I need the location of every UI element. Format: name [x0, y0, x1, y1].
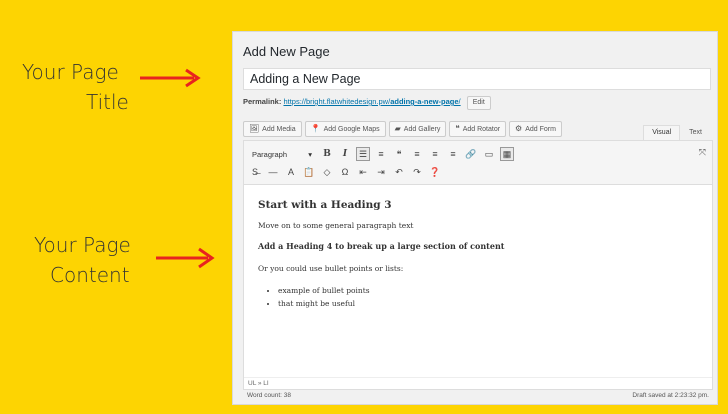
- indent-icon[interactable]: ⇥: [374, 165, 388, 179]
- align-right-icon[interactable]: ≡: [446, 147, 460, 161]
- media-button-label: Add Form: [525, 125, 556, 133]
- paste-text-icon[interactable]: 📋: [302, 165, 316, 179]
- redo-icon[interactable]: ↷: [410, 165, 424, 179]
- link-icon[interactable]: 🔗: [464, 147, 478, 161]
- outdent-icon[interactable]: ⇤: [356, 165, 370, 179]
- toolbar-row-2: S̶ — A 📋 ◇ Ω ⇤ ⇥ ↶ ↷ ❓: [248, 165, 442, 179]
- content-heading-4: Add a Heading 4 to break up a large sect…: [258, 241, 505, 251]
- word-count: Word count: 38: [247, 392, 291, 399]
- callout-page-title: Your Page Title: [22, 57, 142, 117]
- media-button-label: Add Google Maps: [323, 125, 380, 133]
- content-heading-3: Start with a Heading 3: [258, 199, 392, 211]
- callout-title-line1: Your Page: [22, 60, 119, 84]
- editor-content[interactable]: Start with a Heading 3 Move on to some g…: [244, 185, 712, 310]
- media-button-label: Add Rotator: [462, 125, 501, 133]
- media-buttons: 🖼 Add Media 📍 Add Google Maps ▰ Add Gallery ❝ A…: [243, 121, 562, 137]
- permalink-label: Permalink:: [243, 97, 282, 106]
- callout-content-line2: Content: [50, 263, 130, 287]
- element-path: UL » LI: [244, 377, 712, 389]
- text-color-icon[interactable]: A: [284, 165, 298, 179]
- editor-footer: Word count: 38 Draft saved at 2:23:32 pm…: [243, 392, 713, 404]
- title-input[interactable]: [243, 68, 711, 90]
- undo-icon[interactable]: ↶: [392, 165, 406, 179]
- editor-toolbar: Paragraph ▾ B I ☰ ≡ ❝ ≡ ≡ ≡ 🔗 ▭ ▦ S̶ — A 📋 ◇ Ω ⇤ ⇥ ↶ ↷ ❓ ⤧: [244, 141, 712, 185]
- editor-tabs: Visual Text: [643, 125, 711, 140]
- add-rotator-button[interactable]: ❝ Add Rotator: [449, 121, 507, 137]
- add-form-button[interactable]: ⚙ Add Form: [509, 121, 562, 137]
- list-item: that might be useful: [278, 297, 702, 310]
- arrow-right-icon: [156, 247, 215, 269]
- page-title: Add New Page: [243, 44, 330, 59]
- content-paragraph: Move on to some general paragraph text: [258, 221, 414, 230]
- media-button-label: Add Media: [262, 125, 296, 133]
- bullet-list-icon[interactable]: ☰: [356, 147, 370, 161]
- permalink-url[interactable]: https://bright.flatwhitedesign.pw/adding…: [283, 97, 460, 106]
- callout-title-line2: Title: [86, 90, 129, 114]
- permalink-row: Permalink: https://bright.flatwhitedesig…: [243, 96, 491, 110]
- tab-visual[interactable]: Visual: [643, 125, 681, 140]
- read-more-icon[interactable]: ▭: [482, 147, 496, 161]
- content-bullet-list: example of bullet points that might be u…: [278, 284, 702, 310]
- italic-icon[interactable]: I: [338, 147, 352, 161]
- add-media-button[interactable]: 🖼 Add Media: [243, 121, 302, 137]
- add-google-maps-button[interactable]: 📍 Add Google Maps: [304, 121, 386, 137]
- arrow-right-icon: [140, 68, 201, 88]
- clear-format-icon[interactable]: ◇: [320, 165, 334, 179]
- callout-content-line1: Your Page: [34, 233, 131, 257]
- content-editor: Paragraph ▾ B I ☰ ≡ ❝ ≡ ≡ ≡ 🔗 ▭ ▦ S̶ — A 📋 ◇ Ω ⇤ ⇥ ↶ ↷ ❓ ⤧ S…: [243, 140, 713, 390]
- toolbar-toggle-icon[interactable]: ▦: [500, 147, 514, 161]
- help-icon[interactable]: ❓: [428, 165, 442, 179]
- numbered-list-icon[interactable]: ≡: [374, 147, 388, 161]
- quote-icon: ❝: [455, 124, 460, 133]
- map-pin-icon: 📍: [310, 124, 321, 133]
- list-item: example of bullet points: [278, 284, 702, 297]
- permalink-slug: adding-a-new-page: [390, 97, 459, 106]
- permalink-url-base: https://bright.flatwhitedesign.pw/: [283, 97, 391, 106]
- fullscreen-icon[interactable]: ⤧: [699, 147, 706, 158]
- format-select[interactable]: Paragraph ▾: [248, 150, 316, 159]
- media-icon: 🖼: [249, 124, 260, 133]
- tab-text[interactable]: Text: [680, 125, 711, 140]
- align-left-icon[interactable]: ≡: [410, 147, 424, 161]
- draft-status: Draft saved at 2:23:32 pm.: [632, 392, 709, 399]
- format-select-value: Paragraph: [252, 149, 288, 159]
- toolbar-row-1: Paragraph ▾ B I ☰ ≡ ❝ ≡ ≡ ≡ 🔗 ▭ ▦: [248, 147, 514, 161]
- strikethrough-icon[interactable]: S̶: [248, 165, 262, 179]
- special-char-icon[interactable]: Ω: [338, 165, 352, 179]
- content-paragraph: Or you could use bullet points or lists:: [258, 264, 404, 273]
- blockquote-icon[interactable]: ❝: [392, 147, 406, 161]
- align-center-icon[interactable]: ≡: [428, 147, 442, 161]
- permalink-edit-button[interactable]: Edit: [466, 96, 491, 110]
- form-icon: ⚙: [515, 124, 523, 133]
- editor-panel: Add New Page Permalink: https://bright.f…: [232, 31, 718, 405]
- add-gallery-button[interactable]: ▰ Add Gallery: [388, 121, 447, 137]
- horizontal-line-icon[interactable]: —: [266, 165, 280, 179]
- permalink-url-end: /: [458, 97, 461, 106]
- callout-page-content: Your Page Content: [20, 230, 160, 290]
- chevron-down-icon: ▾: [308, 149, 312, 159]
- media-button-label: Add Gallery: [403, 125, 441, 133]
- bold-icon[interactable]: B: [320, 147, 334, 161]
- gallery-icon: ▰: [394, 124, 401, 133]
